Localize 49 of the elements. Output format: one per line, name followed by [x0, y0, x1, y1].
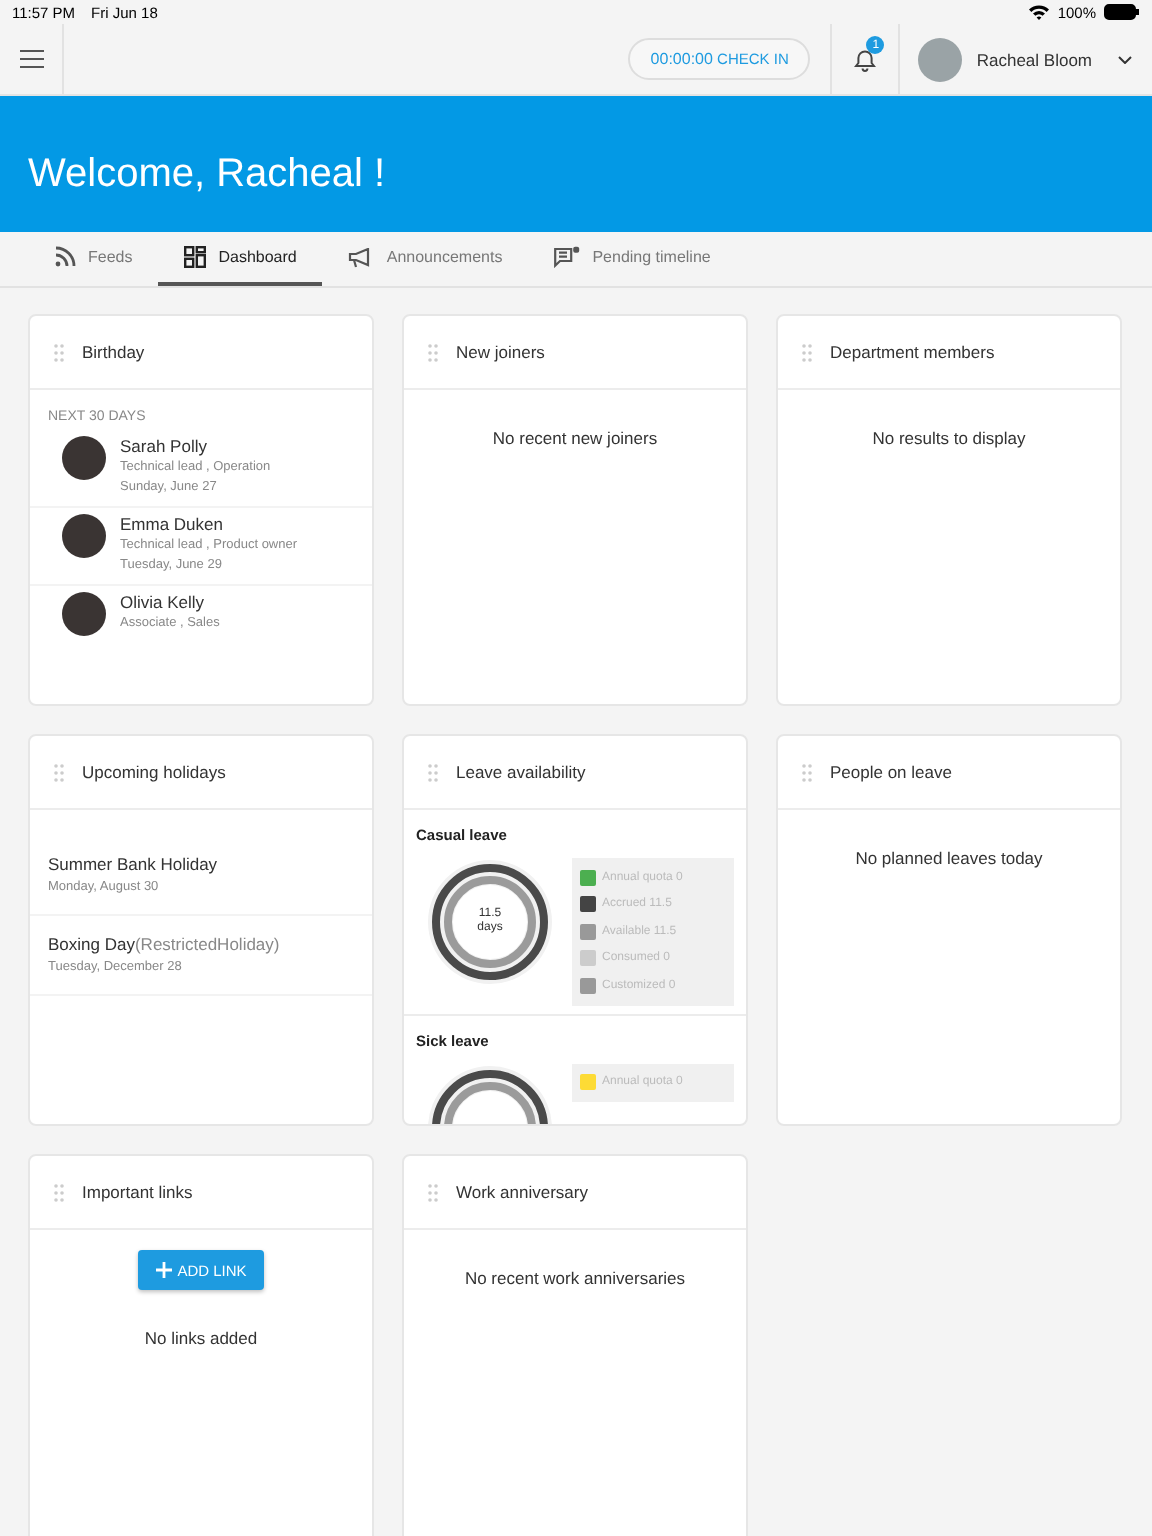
widget-title: Upcoming holidays [82, 762, 226, 782]
chevron-down-icon [1118, 55, 1132, 63]
drag-handle-icon[interactable] [54, 343, 64, 361]
drag-handle-icon[interactable] [54, 763, 64, 781]
megaphone-icon [348, 247, 375, 267]
drag-handle-icon[interactable] [428, 763, 438, 781]
user-menu[interactable]: Racheal Bloom [900, 24, 1152, 94]
message-list-icon [554, 246, 581, 268]
empty-message: No recent work anniversaries [462, 1266, 688, 1288]
holiday-note: (RestrictedHoliday) [134, 934, 280, 954]
empty-message: No planned leaves today [853, 846, 1045, 868]
dashboard-icon [184, 246, 207, 268]
widget-title: Leave availability [456, 762, 586, 782]
widget-title: Department members [830, 342, 995, 362]
tab[interactable]: Announcements [322, 232, 529, 286]
widget-title: New joiners [456, 342, 545, 362]
widget-title: Important links [82, 1182, 193, 1202]
widget-title: Birthday [82, 342, 145, 362]
bell-icon [854, 47, 877, 71]
holiday-name: Boxing Day(RestrictedHoliday) [48, 934, 282, 954]
menu-icon [19, 50, 43, 68]
avatar [62, 514, 106, 558]
tab[interactable]: Dashboard [158, 232, 323, 286]
avatar [62, 436, 106, 480]
empty-message: No results to display [870, 426, 1028, 448]
plus-icon [155, 1262, 172, 1278]
wifi-icon [1027, 4, 1050, 20]
leave-ring-drawing [426, 858, 554, 986]
holiday-name: Summer Bank Holiday [48, 854, 220, 874]
widget-title: People on leave [830, 762, 952, 782]
empty-message: No links added [144, 1328, 258, 1348]
rss-icon [54, 246, 76, 268]
person-name: Sarah Polly [120, 436, 209, 456]
drag-handle-icon[interactable] [428, 343, 438, 361]
drag-handle-icon[interactable] [802, 763, 812, 781]
empty-message: No recent new joiners [490, 426, 660, 448]
avatar [62, 592, 106, 636]
tab[interactable]: Pending timeline [528, 232, 737, 286]
drag-handle-icon[interactable] [54, 1183, 64, 1201]
drag-handle-icon[interactable] [802, 343, 812, 361]
person-name: Olivia Kelly [120, 592, 207, 612]
drag-handle-icon[interactable] [428, 1183, 438, 1201]
welcome-title: Welcome, Racheal ! [28, 152, 386, 198]
person-name: Emma Duken [120, 514, 225, 534]
widget-title: Work anniversary [456, 1182, 588, 1202]
tab[interactable]: Feeds [28, 232, 159, 286]
notifications-button[interactable] [854, 47, 877, 71]
avatar [918, 37, 963, 81]
battery-icon [1104, 4, 1140, 20]
